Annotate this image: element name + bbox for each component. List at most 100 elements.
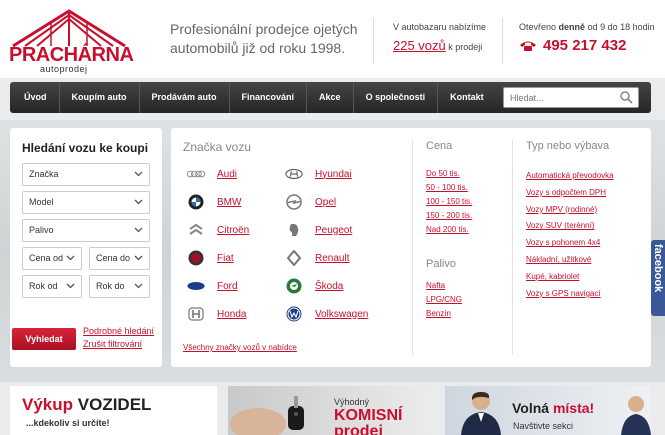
nav-item-o-spolecnosti[interactable]: O společnosti xyxy=(354,82,439,113)
brand-honda-label[interactable]: Honda xyxy=(217,309,246,320)
tent-logo-icon xyxy=(12,9,126,48)
price-link-50-100[interactable]: 50 - 100 tis. xyxy=(426,181,472,195)
brand-audi-label[interactable]: Audi xyxy=(217,169,237,180)
fuel-select[interactable]: Palivo xyxy=(22,219,150,242)
main-nav: Úvod Koupím auto Prodávám auto Financová… xyxy=(10,82,651,113)
brand-opel-label[interactable]: Opel xyxy=(315,197,336,208)
make-select[interactable]: Značka xyxy=(22,163,150,186)
header-divider xyxy=(373,18,374,64)
price-link-100-150[interactable]: 100 - 150 tis. xyxy=(426,195,472,209)
year-from-select[interactable]: Rok od xyxy=(22,275,82,298)
brand-link-skoda[interactable]: Škoda xyxy=(285,277,343,295)
offer-count-link[interactable]: 225 vozů xyxy=(393,38,446,53)
banner-volna-mista-sub: Navštivte sekci xyxy=(513,421,574,431)
type-title: Typ nebo výbava xyxy=(526,140,610,152)
banner-vykup-title: Výkup VOZIDEL xyxy=(22,395,151,415)
offer-count-line: 225 vozů k prodeji xyxy=(393,38,493,53)
brand-volkswagen-label[interactable]: Volkswagen xyxy=(315,309,368,320)
phone-number[interactable]: 495 217 432 xyxy=(519,37,659,54)
brand-link-renault[interactable]: Renault xyxy=(285,249,349,267)
model-select[interactable]: Model xyxy=(22,191,150,214)
type-link-coupe[interactable]: Kupé, kabriolet xyxy=(526,269,614,286)
audi-rings-icon xyxy=(187,165,205,183)
chevron-down-icon xyxy=(134,199,143,205)
price-from-select[interactable]: Cena od xyxy=(22,247,82,270)
nav-item-financovani[interactable]: Financování xyxy=(230,82,308,113)
brand-link-honda[interactable]: Honda xyxy=(187,305,246,323)
type-link-automatic[interactable]: Automatická převodovka xyxy=(526,168,614,185)
offer-box: V autobazaru nabízíme 225 vozů k prodeji xyxy=(393,22,493,53)
nav-item-kontakt[interactable]: Kontakt xyxy=(438,82,496,113)
advanced-search-link[interactable]: Podrobné hledání xyxy=(83,325,154,338)
facebook-tab[interactable]: facebook xyxy=(651,240,665,316)
nav-item-koupim-auto[interactable]: Koupím auto xyxy=(60,82,140,113)
type-link-commercial[interactable]: Nákladní, užitkové xyxy=(526,252,614,269)
type-link-vat[interactable]: Vozy s odpočtem DPH xyxy=(526,185,614,202)
brands-title: Značka vozu xyxy=(183,140,252,154)
skoda-logo-icon xyxy=(285,277,303,295)
price-link-150-200[interactable]: 150 - 200 tis. xyxy=(426,209,472,223)
reset-filter-link[interactable]: Zrušit filtrování xyxy=(83,338,154,351)
brand-hyundai-label[interactable]: Hyundai xyxy=(315,169,352,180)
nav-item-uvod[interactable]: Úvod xyxy=(10,82,60,113)
brand-link-audi[interactable]: Audi xyxy=(187,165,237,183)
banner-vykup-sub: ...kdekoliv si určíte! xyxy=(26,418,110,428)
banner-vykup[interactable]: Výkup VOZIDEL ...kdekoliv si určíte! xyxy=(10,386,217,435)
price-link-under-50[interactable]: Do 50 tis. xyxy=(426,167,472,181)
fuel-link-nafta[interactable]: Nafta xyxy=(426,279,462,293)
nav-item-prodavam-auto[interactable]: Prodávám auto xyxy=(140,82,230,113)
type-link-4x4[interactable]: Vozy s pohonem 4x4 xyxy=(526,235,614,252)
type-link-gps[interactable]: Vozy s GPS navigací xyxy=(526,286,614,303)
type-link-suv[interactable]: Vozy SUV (terénní) xyxy=(526,218,614,235)
chevron-down-icon xyxy=(134,171,143,177)
brand-link-peugeot[interactable]: Peugeot xyxy=(285,221,352,239)
brand-bmw-label[interactable]: BMW xyxy=(217,197,241,208)
fuel-link-benzin[interactable]: Benzín xyxy=(426,307,462,321)
search-extra-links: Podrobné hledání Zrušit filtrování xyxy=(83,325,154,351)
banner-komisni-small: Výhodný xyxy=(334,397,370,407)
nav-item-akce[interactable]: Akce xyxy=(307,82,354,113)
browse-panel: Značka vozu Audi BMW Citroën Fiat Ford H… xyxy=(171,128,651,367)
brand-link-fiat[interactable]: Fiat xyxy=(187,249,234,267)
brand-ford-label[interactable]: Ford xyxy=(217,281,238,292)
model-select-label: Model xyxy=(29,197,54,207)
banner-volna-mista[interactable]: Volná místa! Navštivte sekci xyxy=(445,386,651,435)
search-panel-title: Hledání vozu ke koupi xyxy=(22,141,149,155)
price-title: Cena xyxy=(426,140,453,152)
brand-link-ford[interactable]: Ford xyxy=(187,277,238,295)
hyundai-logo-icon xyxy=(285,165,303,183)
brand-link-hyundai[interactable]: Hyundai xyxy=(285,165,352,183)
fuel-link-lpg-cng[interactable]: LPG/CNG xyxy=(426,293,462,307)
fuel-links: Nafta LPG/CNG Benzín xyxy=(426,279,462,321)
type-link-mpv[interactable]: Vozy MPV (rodinné) xyxy=(526,202,614,219)
banner-komisni-line2: prodej xyxy=(334,423,383,435)
phone-icon xyxy=(520,41,536,51)
offer-suffix: k prodeji xyxy=(448,42,483,52)
hours-text: Otevřeno denně od 9 do 18 hodin xyxy=(519,22,659,32)
brand-fiat-label[interactable]: Fiat xyxy=(217,253,234,264)
banner-komisni-line1: KOMISNÍ xyxy=(334,407,403,424)
search-input[interactable] xyxy=(504,88,614,108)
search-icon[interactable] xyxy=(620,91,633,104)
brand-citroen-label[interactable]: Citroën xyxy=(217,225,249,236)
fiat-logo-icon xyxy=(187,249,205,267)
brand-link-bmw[interactable]: BMW xyxy=(187,193,241,211)
year-to-select[interactable]: Rok do xyxy=(89,275,150,298)
brand-peugeot-label[interactable]: Peugeot xyxy=(315,225,352,236)
volkswagen-logo-icon xyxy=(285,305,303,323)
phone-text: 495 217 432 xyxy=(543,37,627,54)
price-from-label: Cena od xyxy=(29,253,64,263)
brand-link-volkswagen[interactable]: Volkswagen xyxy=(285,305,368,323)
brand-skoda-label[interactable]: Škoda xyxy=(315,281,343,292)
logo[interactable]: PRACHÁRNA autoprodej xyxy=(7,8,134,74)
brand-link-citroen[interactable]: Citroën xyxy=(187,221,249,239)
price-link-over-200[interactable]: Nad 200 tis. xyxy=(426,223,472,237)
search-submit-button[interactable]: Vyhledat xyxy=(12,328,76,350)
brand-link-opel[interactable]: Opel xyxy=(285,193,336,211)
price-to-select[interactable]: Cena do xyxy=(89,247,150,270)
tagline: Profesionální prodejce ojetých automobil… xyxy=(170,21,358,56)
honda-h-icon xyxy=(187,305,205,323)
brand-renault-label[interactable]: Renault xyxy=(315,253,349,264)
all-brands-link[interactable]: Všechny značky vozů v nabídce xyxy=(183,343,297,352)
banner-komisni[interactable]: Výhodný KOMISNÍ prodej xyxy=(228,386,433,435)
